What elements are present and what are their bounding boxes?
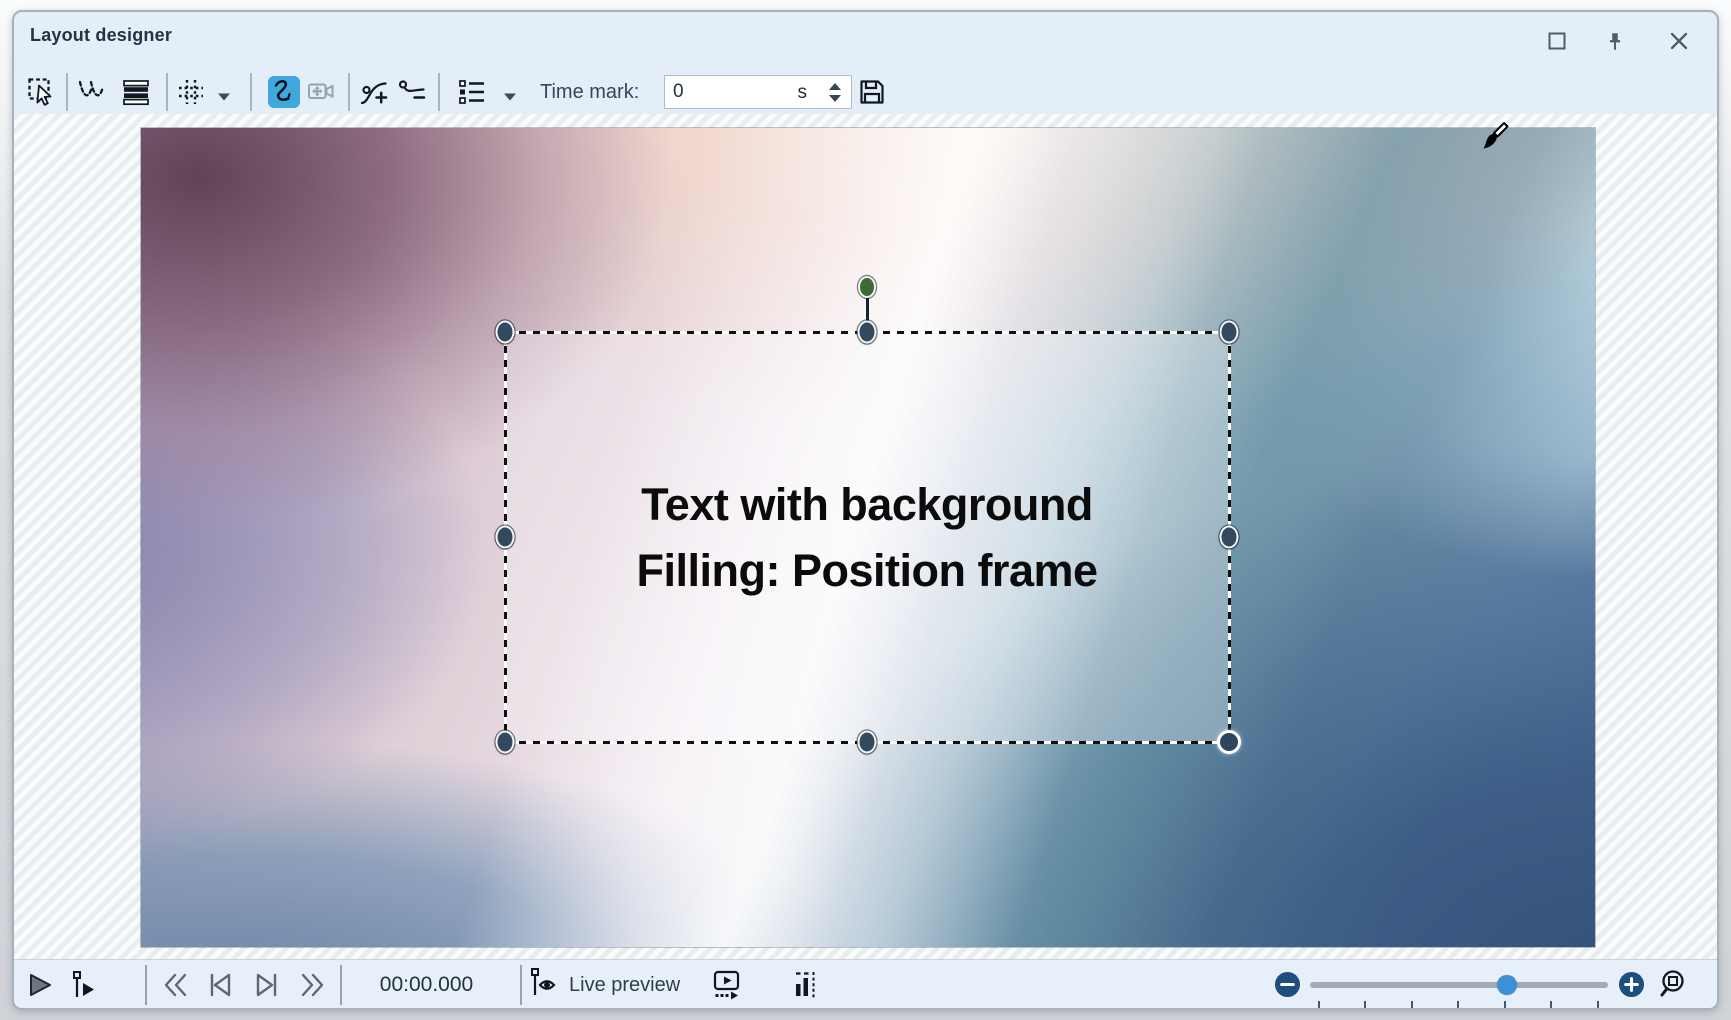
time-mark-input[interactable] <box>667 78 777 106</box>
chevron-down-icon <box>503 88 517 105</box>
camera-pan-tool-button[interactable] <box>305 75 339 109</box>
add-curve-point-button[interactable] <box>357 75 391 109</box>
grid-tool-button[interactable] <box>174 75 208 109</box>
pin-icon <box>1604 30 1626 52</box>
time-mark-label: Time mark: <box>540 81 640 103</box>
play-from-marker-button[interactable] <box>69 968 103 1002</box>
skip-backward-icon <box>159 968 193 1002</box>
toolbar-separator <box>250 73 252 111</box>
resize-handle-bottom-right[interactable] <box>1217 730 1241 754</box>
time-mark-field: s <box>664 75 852 109</box>
save-button[interactable] <box>855 75 889 109</box>
zoom-tick <box>1457 1001 1459 1008</box>
close-icon <box>1670 32 1688 50</box>
previous-frame-icon <box>204 968 238 1002</box>
edit-curve-icon <box>76 76 108 108</box>
draw-motion-path-tool-button[interactable] <box>268 76 300 108</box>
zoom-slider-thumb[interactable] <box>1497 975 1517 995</box>
next-frame-button[interactable] <box>249 968 283 1002</box>
zoom-in-button[interactable] <box>1618 971 1645 998</box>
toolbar-separator <box>438 73 440 111</box>
transport-bar: 00:00.000 Live preview <box>14 959 1717 1008</box>
live-preview-label: Live preview <box>569 973 681 996</box>
zoom-tick <box>1504 1001 1506 1008</box>
save-icon <box>856 76 888 108</box>
play-from-marker-icon <box>69 968 103 1002</box>
spinner-down-button[interactable] <box>829 94 841 102</box>
next-frame-icon <box>249 968 283 1002</box>
skip-forward-icon <box>295 968 329 1002</box>
resize-handle-top-center[interactable] <box>857 320 877 344</box>
camera-pan-icon <box>306 76 338 108</box>
toolbar-separator <box>166 73 168 111</box>
stack-order-tool-button[interactable] <box>119 75 153 109</box>
close-button[interactable] <box>1664 26 1694 56</box>
frame-text-line1: Text with background <box>641 479 1093 530</box>
stack-order-icon <box>120 76 152 108</box>
slide-canvas[interactable]: Text with background Filling: Position f… <box>140 127 1596 948</box>
maximize-button[interactable] <box>1542 26 1572 56</box>
grid-dropdown-button[interactable] <box>217 88 231 101</box>
transport-separator <box>340 965 342 1005</box>
layout-designer-window: Layout designer Time mark: 0 s Text with… <box>12 10 1719 1010</box>
zoom-in-icon <box>1618 971 1645 1002</box>
spinner-up-button[interactable] <box>829 82 841 90</box>
pin-button[interactable] <box>1600 26 1630 56</box>
play-icon <box>22 968 56 1002</box>
live-preview-toggle[interactable]: Live preview <box>528 966 681 1005</box>
skip-backward-button[interactable] <box>159 968 193 1002</box>
brush-cursor <box>1470 118 1512 160</box>
time-mark-spinner <box>824 77 846 107</box>
remove-curve-point-icon <box>396 76 428 108</box>
time-display: 00:00.000 <box>379 973 474 996</box>
zoom-tick <box>1550 1001 1552 1008</box>
resize-handle-top-right[interactable] <box>1219 320 1239 344</box>
preview-window-icon <box>711 968 745 1002</box>
live-preview-marker-eye-icon <box>528 966 562 1005</box>
window-title: Layout designer <box>30 25 173 45</box>
select-tool-button[interactable] <box>25 75 59 109</box>
frame-text-line2: Filling: Position frame <box>636 545 1098 596</box>
selected-text-frame[interactable]: Text with background Filling: Position f… <box>495 276 1241 754</box>
resize-handle-middle-left[interactable] <box>495 525 515 549</box>
transport-separator <box>145 965 147 1005</box>
keyframe-track-button[interactable] <box>791 968 825 1002</box>
chevron-down-icon <box>217 88 231 105</box>
toolbar-separator <box>348 73 350 111</box>
play-button[interactable] <box>22 968 56 1002</box>
preview-window-button[interactable] <box>711 968 745 1002</box>
zoom-out-button[interactable] <box>1274 971 1301 998</box>
select-tool-icon <box>26 76 58 108</box>
add-curve-point-icon <box>358 76 390 108</box>
resize-handle-middle-right[interactable] <box>1219 525 1239 549</box>
object-list-icon <box>456 76 488 108</box>
zoom-tick <box>1411 1001 1413 1008</box>
keyframe-track-icon <box>791 968 825 1002</box>
time-mark-unit: s <box>797 82 808 103</box>
zoom-tick <box>1364 1001 1366 1008</box>
zoom-fit-button[interactable] <box>1658 968 1692 1002</box>
zoom-fit-icon <box>1658 968 1692 1002</box>
previous-frame-button[interactable] <box>204 968 238 1002</box>
frame-text: Text with background Filling: Position f… <box>505 472 1229 604</box>
transport-separator <box>520 965 522 1005</box>
maximize-icon <box>1547 31 1567 51</box>
remove-curve-point-button[interactable] <box>395 75 429 109</box>
zoom-slider-track[interactable] <box>1310 982 1608 988</box>
motion-path-icon <box>269 77 299 107</box>
resize-handle-bottom-left[interactable] <box>495 730 515 754</box>
object-list-dropdown-button[interactable] <box>503 88 517 101</box>
resize-handle-top-left[interactable] <box>495 320 515 344</box>
resize-handle-bottom-center[interactable] <box>857 730 877 754</box>
skip-forward-button[interactable] <box>295 968 329 1002</box>
rotation-handle[interactable] <box>858 276 876 298</box>
zoom-tick <box>1597 1001 1599 1008</box>
grid-icon <box>175 76 207 108</box>
edit-curve-tool-button[interactable] <box>75 75 109 109</box>
zoom-out-icon <box>1274 971 1301 1002</box>
zoom-tick <box>1318 1001 1320 1008</box>
object-list-button[interactable] <box>455 75 489 109</box>
workspace-area: Text with background Filling: Position f… <box>14 114 1717 959</box>
toolbar-separator <box>66 73 68 111</box>
